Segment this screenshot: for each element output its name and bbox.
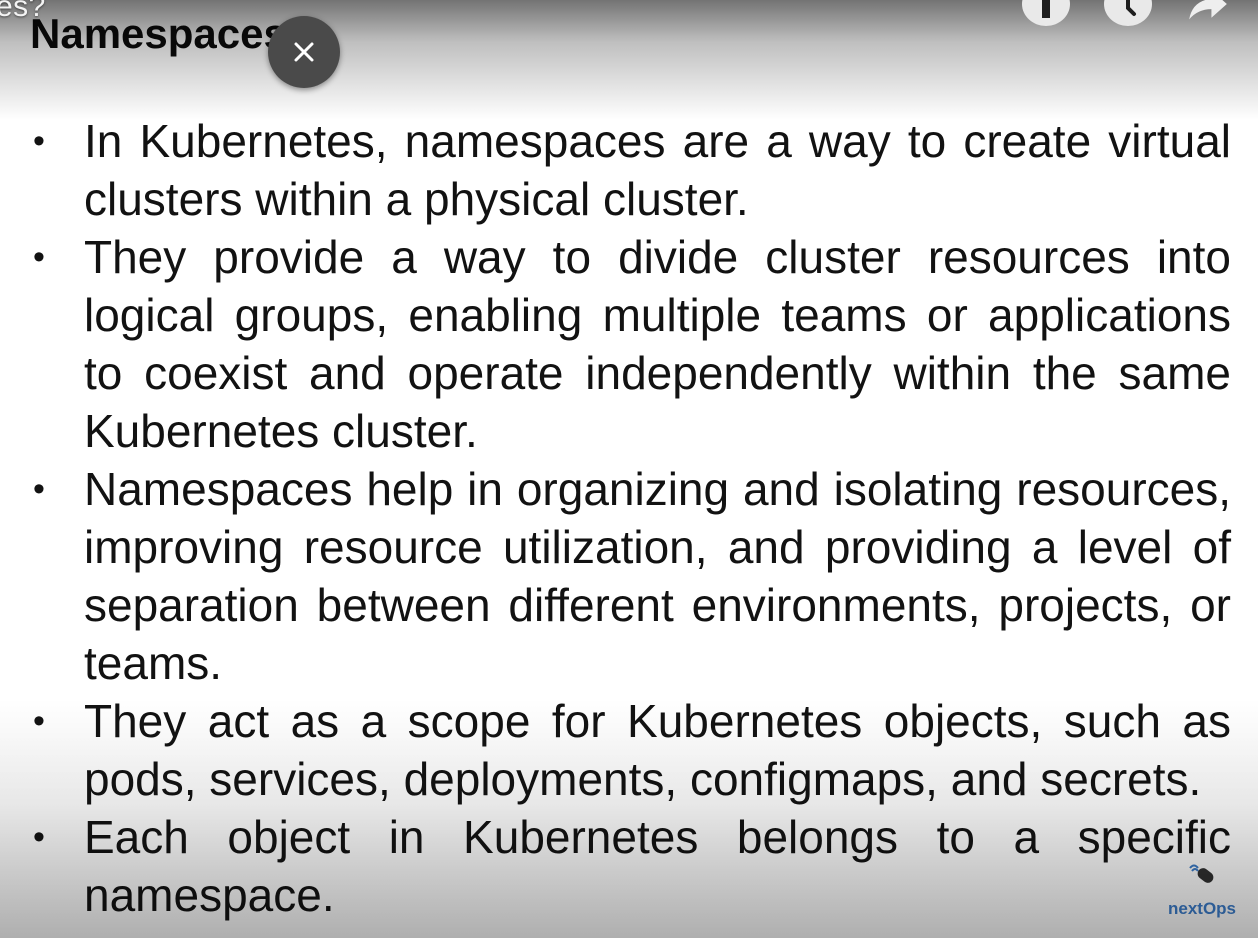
nextops-logo: nextOps bbox=[1166, 862, 1238, 924]
bullet-text: They act as a scope for Kubernetes objec… bbox=[84, 695, 1231, 805]
share-icon bbox=[1189, 0, 1227, 20]
list-item: • Each object in Kubernetes belongs to a … bbox=[26, 808, 1231, 924]
mouse-logo-icon bbox=[1189, 864, 1214, 883]
slide: Namespaces • In Kubernetes, namespaces ar… bbox=[0, 0, 1258, 938]
info-button[interactable] bbox=[1022, 0, 1070, 26]
player-top-controls bbox=[1020, 0, 1258, 30]
bullet-text: Namespaces help in organizing and isolat… bbox=[84, 463, 1231, 689]
clock-icon bbox=[1126, 0, 1136, 16]
bullet-list: • In Kubernetes, namespaces are a way to … bbox=[26, 112, 1231, 924]
bullet-text: Each object in Kubernetes belongs to a s… bbox=[84, 811, 1231, 921]
bullet-dot: • bbox=[33, 702, 45, 740]
share-button[interactable] bbox=[1184, 0, 1232, 26]
video-title-fragment: es? bbox=[0, 0, 46, 23]
page-title: Namespaces bbox=[30, 10, 287, 57]
list-item: • In Kubernetes, namespaces are a way to … bbox=[26, 112, 1231, 228]
slide-content: • In Kubernetes, namespaces are a way to … bbox=[26, 112, 1231, 924]
logo-text: nextOps bbox=[1167, 899, 1237, 918]
list-item: • Namespaces help in organizing and isola… bbox=[26, 460, 1231, 692]
bullet-dot: • bbox=[33, 122, 45, 160]
list-item: • They provide a way to divide cluster re… bbox=[26, 228, 1231, 460]
list-item: • They act as a scope for Kubernetes obje… bbox=[26, 692, 1231, 808]
bullet-text: They provide a way to divide cluster res… bbox=[84, 231, 1231, 457]
watch-later-button[interactable] bbox=[1104, 0, 1152, 26]
bullet-dot: • bbox=[33, 818, 45, 856]
close-button[interactable] bbox=[268, 16, 340, 88]
bullet-dot: • bbox=[33, 238, 45, 276]
bullet-dot: • bbox=[33, 470, 45, 508]
info-icon bbox=[1042, 0, 1050, 18]
close-icon bbox=[294, 42, 314, 62]
bullet-text: In Kubernetes, namespaces are a way to c… bbox=[84, 115, 1231, 225]
